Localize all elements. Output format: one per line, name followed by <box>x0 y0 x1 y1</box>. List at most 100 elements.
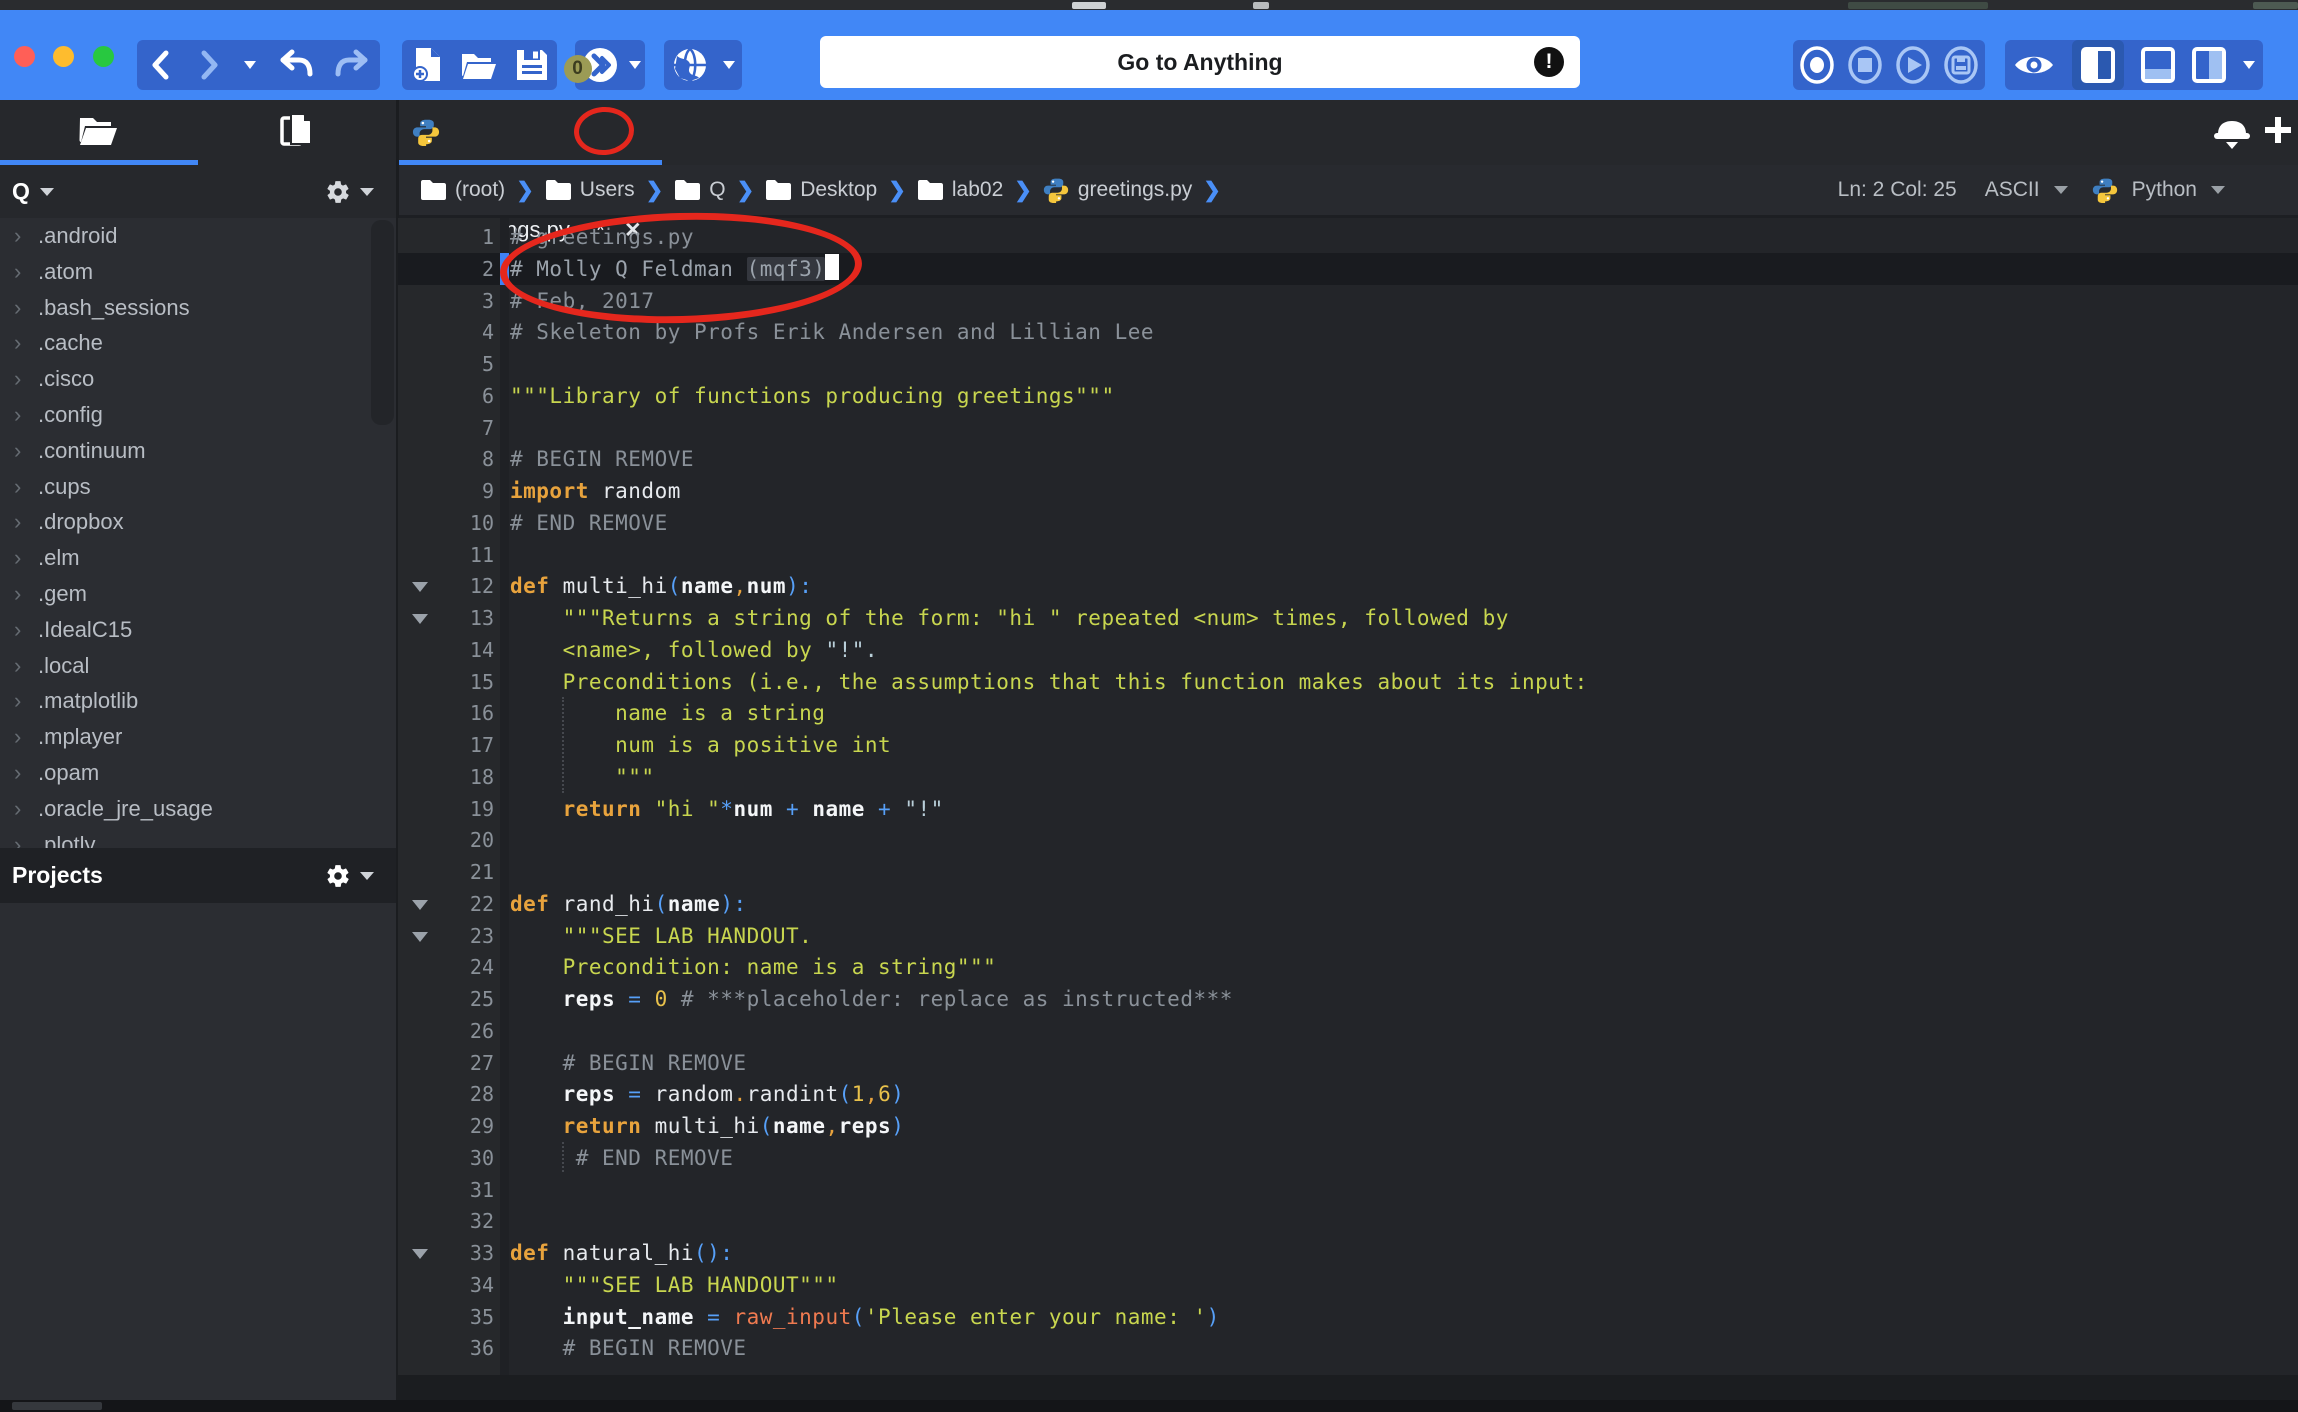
code-text[interactable]: # Skeleton by Profs Erik Andersen and Li… <box>510 316 1154 348</box>
code-text[interactable]: Precondition: name is a string""" <box>510 951 996 983</box>
code-line[interactable]: 27 # BEGIN REMOVE <box>398 1047 2298 1079</box>
expand-chevron-icon[interactable]: › <box>14 366 30 392</box>
line-number[interactable]: 31 <box>398 1174 494 1206</box>
line-number[interactable]: 20 <box>398 824 494 856</box>
sidebar-item-gem[interactable]: ›.gem <box>0 576 370 612</box>
line-number[interactable]: 9 <box>398 475 494 507</box>
places-settings-caret-icon[interactable] <box>360 188 374 196</box>
code-line[interactable]: 7 <box>398 412 2298 444</box>
breadcrumb-separator-icon[interactable]: ❯ <box>888 178 906 203</box>
breadcrumb-item[interactable]: lab02 <box>917 178 1003 202</box>
line-number[interactable]: 15 <box>398 666 494 698</box>
code-line[interactable]: 23 """SEE LAB HANDOUT. <box>398 920 2298 952</box>
sidebar-item-android[interactable]: ›.android <box>0 218 370 254</box>
code-text[interactable]: import random <box>510 475 681 507</box>
search-alert-icon[interactable]: ! <box>1534 47 1564 77</box>
code-text[interactable]: input_name = raw_input('Please enter you… <box>510 1301 1220 1333</box>
code-text[interactable]: # BEGIN REMOVE <box>510 1332 747 1364</box>
macro-record-icon[interactable] <box>1799 45 1835 85</box>
line-number[interactable]: 10 <box>398 507 494 539</box>
code-text[interactable]: reps = 0 # ***placeholder: replace as in… <box>510 983 1233 1015</box>
code-line[interactable]: 36 # BEGIN REMOVE <box>398 1332 2298 1364</box>
line-number[interactable]: 28 <box>398 1078 494 1110</box>
expand-chevron-icon[interactable]: › <box>14 259 30 285</box>
code-line[interactable]: 15 Preconditions (i.e., the assumptions … <box>398 666 2298 698</box>
expand-chevron-icon[interactable]: › <box>14 653 30 679</box>
code-text[interactable]: return "hi "*num + name + "!" <box>510 793 944 825</box>
macro-play-icon[interactable] <box>1895 45 1931 85</box>
breadcrumb-separator-icon[interactable]: ❯ <box>516 178 534 203</box>
sidebar-item-bash_sessions[interactable]: ›.bash_sessions <box>0 290 370 326</box>
code-line[interactable]: 35 input_name = raw_input('Please enter … <box>398 1301 2298 1333</box>
expand-chevron-icon[interactable]: › <box>14 330 30 356</box>
pending-changes-icon[interactable]: 0 <box>580 45 620 85</box>
breadcrumb-item[interactable]: Q <box>674 178 725 202</box>
code-line[interactable]: 8# BEGIN REMOVE <box>398 443 2298 475</box>
line-number[interactable]: 17 <box>398 729 494 761</box>
code-line[interactable]: 18 """ <box>398 761 2298 793</box>
line-number[interactable]: 5 <box>398 348 494 380</box>
expand-chevron-icon[interactable]: › <box>14 796 30 822</box>
line-number[interactable]: 25 <box>398 983 494 1015</box>
sidebar-scrollbar-thumb[interactable] <box>371 220 394 425</box>
code-line[interactable]: 31 <box>398 1174 2298 1206</box>
sidebar-item-elm[interactable]: ›.elm <box>0 540 370 576</box>
line-number[interactable]: 21 <box>398 856 494 888</box>
code-line[interactable]: 6"""Library of functions producing greet… <box>398 380 2298 412</box>
sidebar-item-local[interactable]: ›.local <box>0 648 370 684</box>
line-number[interactable]: 27 <box>398 1047 494 1079</box>
projects-settings-caret-icon[interactable] <box>360 872 374 880</box>
code-line[interactable]: 26 <box>398 1015 2298 1047</box>
expand-chevron-icon[interactable]: › <box>14 474 30 500</box>
open-files-tab-icon[interactable] <box>280 112 314 150</box>
code-text[interactable]: def rand_hi(name): <box>510 888 747 920</box>
expand-chevron-icon[interactable]: › <box>14 581 30 607</box>
line-number[interactable]: 6 <box>398 380 494 412</box>
code-line[interactable]: 21 <box>398 856 2298 888</box>
breadcrumb-item[interactable]: greetings.py <box>1043 177 1192 203</box>
expand-chevron-icon[interactable]: › <box>14 509 30 535</box>
sidebar-item-IdealC15[interactable]: ›.IdealC15 <box>0 612 370 648</box>
code-line[interactable]: 25 reps = 0 # ***placeholder: replace as… <box>398 983 2298 1015</box>
code-text[interactable]: """SEE LAB HANDOUT. <box>510 920 812 952</box>
places-root-label[interactable]: Q <box>12 178 30 205</box>
expand-chevron-icon[interactable]: › <box>14 688 30 714</box>
gear-icon[interactable] <box>325 863 351 889</box>
code-line[interactable]: 28 reps = random.randint(1,6) <box>398 1078 2298 1110</box>
encoding-selector[interactable]: ASCII <box>1985 178 2040 202</box>
line-number[interactable]: 7 <box>398 412 494 444</box>
breadcrumb-separator-icon[interactable]: ❯ <box>1014 178 1032 203</box>
code-line[interactable]: 5 <box>398 348 2298 380</box>
macro-stop-icon[interactable] <box>1847 45 1883 85</box>
sidebar-item-mplayer[interactable]: ›.mplayer <box>0 719 370 755</box>
code-text[interactable]: reps = random.randint(1,6) <box>510 1078 904 1110</box>
breadcrumb-separator-icon[interactable]: ❯ <box>646 178 664 203</box>
open-file-icon[interactable] <box>461 50 497 80</box>
sidebar-item-config[interactable]: ›.config <box>0 397 370 433</box>
redo-icon[interactable] <box>335 49 369 81</box>
line-number[interactable]: 13 <box>398 602 494 634</box>
code-line[interactable]: 29 return multi_hi(name,reps) <box>398 1110 2298 1142</box>
window-minimize-button[interactable] <box>53 46 74 67</box>
code-line[interactable]: 32 <box>398 1205 2298 1237</box>
line-number[interactable]: 35 <box>398 1301 494 1333</box>
code-text[interactable]: return multi_hi(name,reps) <box>510 1110 904 1142</box>
toggle-right-pane-button[interactable] <box>2192 47 2226 83</box>
code-line[interactable]: 19 return "hi "*num + name + "!" <box>398 793 2298 825</box>
window-close-button[interactable] <box>14 46 35 67</box>
places-tab-folder-icon[interactable] <box>78 114 118 148</box>
window-zoom-button[interactable] <box>93 46 114 67</box>
gear-icon[interactable] <box>325 179 351 205</box>
sidebar-item-opam[interactable]: ›.opam <box>0 755 370 791</box>
sidebar-item-atom[interactable]: ›.atom <box>0 254 370 290</box>
line-number[interactable]: 32 <box>398 1205 494 1237</box>
language-caret-icon[interactable] <box>2211 186 2225 194</box>
breadcrumb-item[interactable]: Users <box>545 178 635 202</box>
expand-chevron-icon[interactable]: › <box>14 295 30 321</box>
changes-caret-icon[interactable] <box>629 61 641 69</box>
code-text[interactable]: # BEGIN REMOVE <box>510 1047 747 1079</box>
new-file-icon[interactable] <box>411 47 443 83</box>
code-line[interactable]: 17 num is a positive int <box>398 729 2298 761</box>
places-root-caret-icon[interactable] <box>40 188 54 196</box>
expand-chevron-icon[interactable]: › <box>14 402 30 428</box>
